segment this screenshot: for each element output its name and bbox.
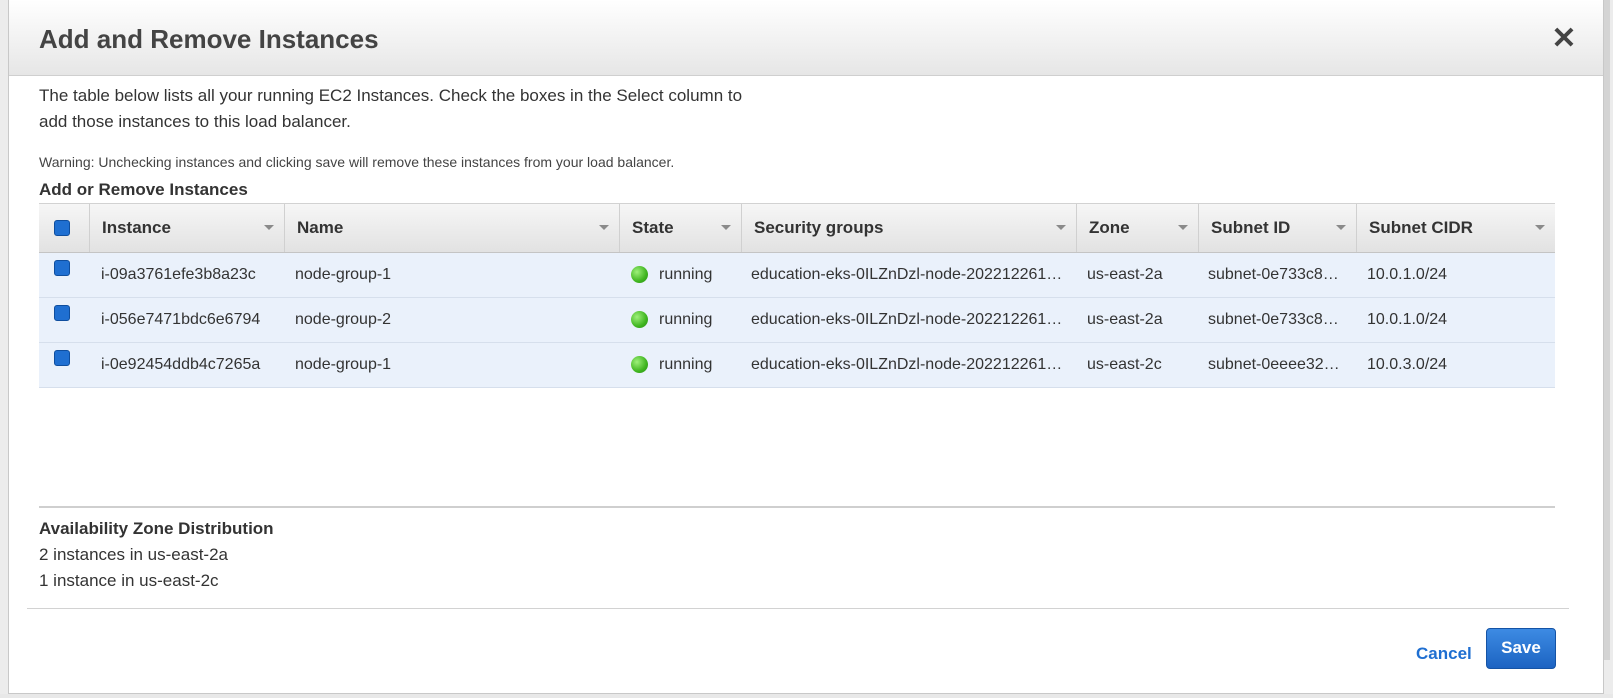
security-groups: education-eks-0ILZnDzl-node-202212261… bbox=[751, 311, 1063, 328]
instance-state: running bbox=[659, 311, 713, 328]
instance-name: node-group-2 bbox=[295, 311, 392, 328]
instance-state: running bbox=[659, 356, 713, 373]
instance-name: node-group-1 bbox=[295, 266, 392, 283]
zone: us-east-2c bbox=[1087, 356, 1162, 373]
row-checkbox[interactable] bbox=[54, 350, 70, 366]
az-distribution-line: 1 instance in us-east-2c bbox=[39, 571, 219, 590]
dialog-header: Add and Remove Instances ✕ bbox=[9, 0, 1603, 76]
column-header-state[interactable]: State bbox=[619, 204, 741, 252]
instances-table: Instance Name State Security groups Zone… bbox=[39, 203, 1555, 388]
security-groups: education-eks-0ILZnDzl-node-202212261… bbox=[751, 266, 1063, 283]
column-header-zone[interactable]: Zone bbox=[1076, 204, 1198, 252]
sort-caret-icon bbox=[264, 225, 274, 230]
column-label: Instance bbox=[102, 218, 171, 237]
sort-caret-icon bbox=[1535, 225, 1545, 230]
intro-line-1: The table below lists all your running E… bbox=[39, 86, 743, 105]
table-header: Instance Name State Security groups Zone… bbox=[39, 203, 1555, 253]
subnet-id: subnet-0eeee32… bbox=[1208, 356, 1340, 373]
select-all-checkbox[interactable] bbox=[54, 220, 70, 236]
row-checkbox[interactable] bbox=[54, 260, 70, 276]
column-label: Zone bbox=[1089, 218, 1130, 237]
security-groups: education-eks-0ILZnDzl-node-202212261… bbox=[751, 356, 1063, 373]
column-label: Subnet CIDR bbox=[1369, 218, 1473, 237]
column-label: State bbox=[632, 218, 674, 237]
column-header-subnet-id[interactable]: Subnet ID bbox=[1198, 204, 1356, 252]
sort-caret-icon bbox=[721, 225, 731, 230]
add-remove-instances-dialog: Add and Remove Instances ✕ The table bel… bbox=[8, 0, 1604, 694]
instance-state: running bbox=[659, 266, 713, 283]
subnet-cidr: 10.0.3.0/24 bbox=[1367, 356, 1448, 373]
instance-id: i-09a3761efe3b8a23c bbox=[101, 266, 256, 283]
sort-caret-icon bbox=[599, 225, 609, 230]
zone: us-east-2a bbox=[1087, 311, 1163, 328]
table-row[interactable]: i-056e7471bdc6e6794 node-group-2 running… bbox=[39, 298, 1555, 343]
instance-id: i-0e92454ddb4c7265a bbox=[101, 356, 261, 373]
column-header-name[interactable]: Name bbox=[284, 204, 619, 252]
save-button[interactable]: Save bbox=[1486, 628, 1556, 669]
page-background-bottom bbox=[0, 694, 1613, 698]
column-header-security-groups[interactable]: Security groups bbox=[741, 204, 1076, 252]
instance-id: i-056e7471bdc6e6794 bbox=[101, 311, 261, 328]
subnet-cidr: 10.0.1.0/24 bbox=[1367, 266, 1448, 283]
az-distribution-title: Availability Zone Distribution bbox=[39, 519, 274, 538]
table-row[interactable]: i-0e92454ddb4c7265a node-group-1 running… bbox=[39, 343, 1555, 388]
column-label: Subnet ID bbox=[1211, 218, 1291, 237]
row-checkbox[interactable] bbox=[54, 305, 70, 321]
column-header-subnet-cidr[interactable]: Subnet CIDR bbox=[1356, 204, 1555, 252]
dialog-title: Add and Remove Instances bbox=[39, 24, 379, 54]
subnet-id: subnet-0e733c8… bbox=[1208, 266, 1339, 283]
table-row[interactable]: i-09a3761efe3b8a23c node-group-1 running… bbox=[39, 253, 1555, 298]
subnet-id: subnet-0e733c8… bbox=[1208, 311, 1339, 328]
running-status-icon bbox=[631, 266, 648, 283]
intro-text: The table below lists all your running E… bbox=[39, 83, 799, 135]
az-distribution-line: 2 instances in us-east-2a bbox=[39, 545, 228, 564]
sort-caret-icon bbox=[1056, 225, 1066, 230]
column-label: Security groups bbox=[754, 218, 884, 237]
close-icon[interactable]: ✕ bbox=[1549, 24, 1579, 54]
sort-caret-icon bbox=[1336, 225, 1346, 230]
running-status-icon bbox=[631, 356, 648, 373]
running-status-icon bbox=[631, 311, 648, 328]
select-all-column bbox=[39, 204, 89, 252]
instance-name: node-group-1 bbox=[295, 356, 392, 373]
column-label: Name bbox=[297, 218, 344, 237]
az-divider bbox=[39, 506, 1555, 508]
page-scrollbar[interactable] bbox=[1604, 0, 1610, 660]
column-header-instance[interactable]: Instance bbox=[89, 204, 284, 252]
section-title: Add or Remove Instances bbox=[39, 180, 248, 199]
intro-line-2: add those instances to this load balance… bbox=[39, 112, 351, 131]
cancel-button[interactable]: Cancel bbox=[1416, 644, 1472, 664]
page-background-left bbox=[0, 0, 8, 698]
zone: us-east-2a bbox=[1087, 266, 1163, 283]
subnet-cidr: 10.0.1.0/24 bbox=[1367, 311, 1448, 328]
footer-divider bbox=[27, 608, 1569, 609]
sort-caret-icon bbox=[1178, 225, 1188, 230]
warning-text: Warning: Unchecking instances and clicki… bbox=[39, 154, 675, 170]
